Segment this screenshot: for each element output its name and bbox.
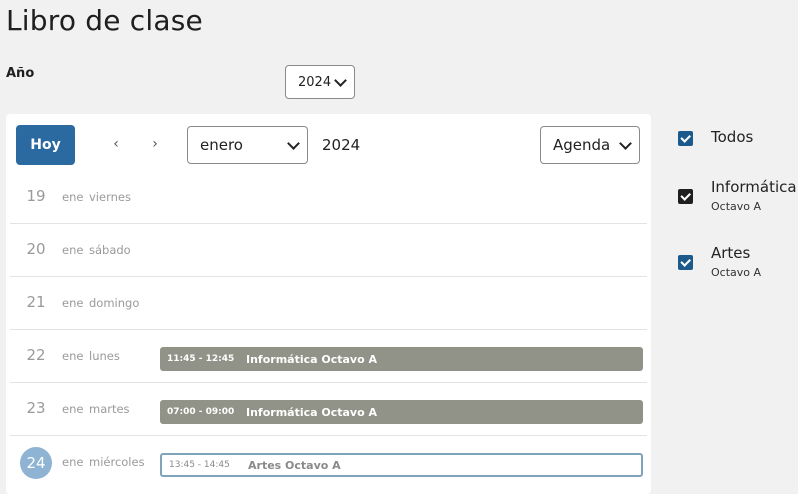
day-weekday: miércoles: [89, 455, 145, 469]
agenda-row: 24 ene miércoles 13:45 - 14:45 Artes Oct…: [10, 436, 647, 488]
day-month: ene: [62, 402, 84, 416]
day-month: ene: [62, 455, 84, 469]
year-select-value: 2024: [298, 74, 332, 90]
agenda-row: 19 ene viernes: [10, 171, 647, 224]
chevron-right-icon: ›: [152, 136, 158, 152]
day-weekday: martes: [89, 402, 130, 416]
day-weekday: domingo: [89, 296, 140, 310]
view-select-value: Agenda: [553, 136, 611, 154]
day-weekday: viernes: [89, 190, 131, 204]
agenda-row: 20 ene sábado: [10, 224, 647, 277]
agenda-list: 19 ene viernes 20 ene sábado 21 ene domi…: [10, 171, 647, 488]
calendar-toolbar: Hoy ‹ › enero 2024 Agenda: [6, 114, 651, 176]
filter-label: Informática: [711, 178, 797, 196]
view-select[interactable]: Agenda: [540, 126, 640, 164]
next-button[interactable]: ›: [145, 134, 165, 154]
event-informatica[interactable]: 07:00 - 09:00 Informática Octavo A: [160, 400, 643, 424]
filter-label: Artes: [711, 244, 751, 262]
day-month: ene: [62, 190, 84, 204]
day-month: ene: [62, 349, 84, 363]
day-number: 23: [26, 399, 46, 417]
agenda-row: 21 ene domingo: [10, 277, 647, 330]
day-weekday: sábado: [89, 243, 131, 257]
day-number: 22: [26, 346, 46, 364]
day-number: 19: [26, 187, 46, 205]
day-weekday: lunes: [89, 349, 120, 363]
event-time: 13:45 - 14:45: [169, 460, 230, 470]
event-time: 07:00 - 09:00: [167, 407, 235, 417]
event-time: 11:45 - 12:45: [167, 354, 235, 364]
chevron-left-icon: ‹: [113, 136, 119, 152]
page-title: Libro de clase: [6, 4, 203, 37]
month-select-value: enero: [200, 136, 243, 154]
day-number-today: 24: [20, 447, 52, 479]
year-select[interactable]: 2024: [285, 65, 355, 99]
toolbar-year: 2024: [322, 136, 361, 154]
chevron-down-icon: [334, 74, 347, 87]
checkbox-checked-icon[interactable]: [678, 131, 693, 146]
checkbox-checked-icon[interactable]: [678, 255, 693, 270]
agenda-row: 23 ene martes 07:00 - 09:00 Informática …: [10, 383, 647, 436]
month-select[interactable]: enero: [187, 126, 308, 164]
event-artes[interactable]: 13:45 - 14:45 Artes Octavo A: [160, 453, 643, 477]
event-informatica[interactable]: 11:45 - 12:45 Informática Octavo A: [160, 347, 643, 371]
filter-label: Todos: [711, 128, 754, 146]
filter-sublabel: Octavo A: [711, 266, 762, 279]
event-title: Informática Octavo A: [246, 352, 378, 366]
event-title: Informática Octavo A: [246, 405, 378, 419]
today-button[interactable]: Hoy: [16, 125, 75, 165]
day-month: ene: [62, 296, 84, 310]
year-label: Año: [6, 66, 35, 81]
day-number: 21: [26, 293, 46, 311]
calendar-panel: Hoy ‹ › enero 2024 Agenda 19 ene viernes…: [6, 114, 651, 494]
agenda-row: 22 ene lunes 11:45 - 12:45 Informática O…: [10, 330, 647, 383]
checkbox-checked-icon[interactable]: [678, 189, 693, 204]
day-month: ene: [62, 243, 84, 257]
filter-sublabel: Octavo A: [711, 200, 762, 213]
chevron-down-icon: [619, 137, 632, 150]
chevron-down-icon: [287, 137, 300, 150]
event-title: Artes Octavo A: [248, 458, 341, 472]
prev-button[interactable]: ‹: [106, 134, 126, 154]
day-number: 20: [26, 240, 46, 258]
